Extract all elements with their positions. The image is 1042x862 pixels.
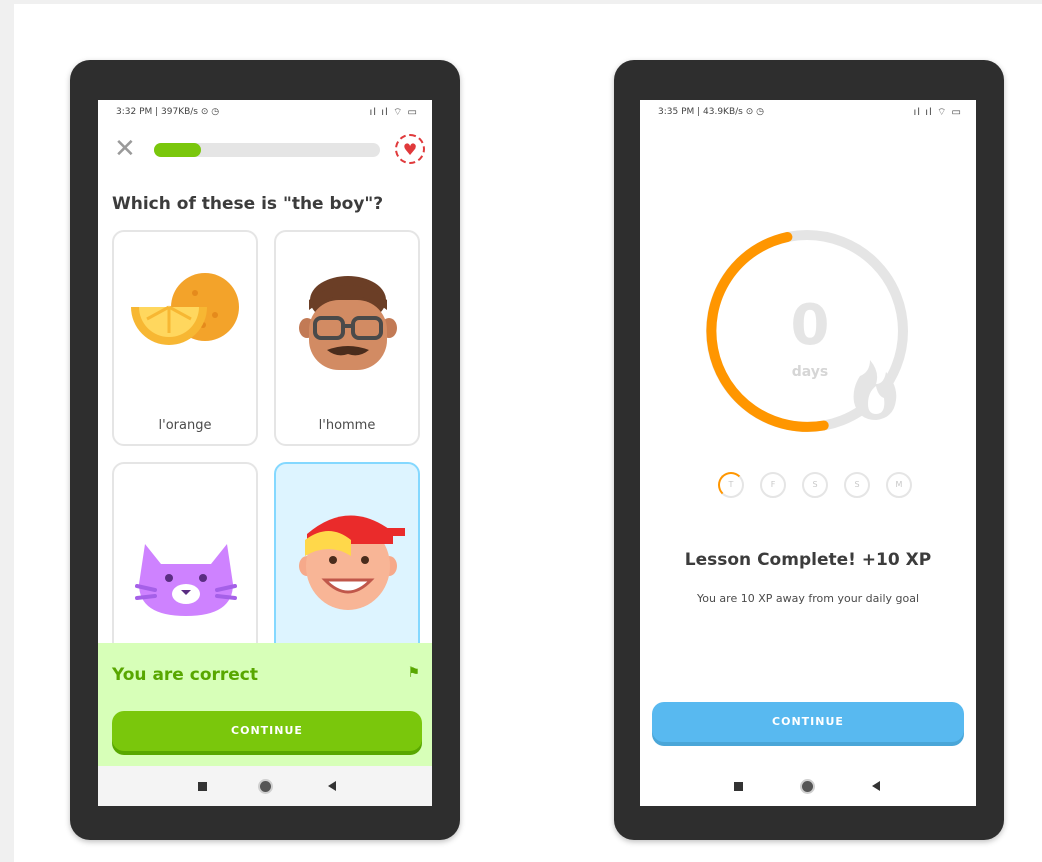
heart-icon[interactable]: ♥ (395, 134, 425, 164)
recents-icon[interactable] (734, 782, 743, 791)
home-icon[interactable] (802, 781, 813, 792)
back-icon[interactable] (872, 781, 880, 791)
status-icons: ıl ıl ⌔ ▭ (913, 107, 962, 118)
continue-button[interactable]: CONTINUE (652, 702, 964, 742)
option-card-orange[interactable]: l'orange (112, 230, 258, 446)
status-icons: ıl ıl ⌔ ▭ (369, 107, 418, 118)
lesson-progress-bar (154, 143, 380, 157)
option-card-boy[interactable] (274, 462, 420, 662)
cat-icon (135, 544, 237, 616)
screen-left: 3:32 PM | 397KB/s ⊙ ◷ ıl ıl ⌔ ▭ ✕ ♥ Whic… (98, 100, 432, 806)
feedback-banner: You are correct ⚑ CONTINUE (98, 643, 432, 768)
page-canvas: 3:32 PM | 397KB/s ⊙ ◷ ıl ıl ⌔ ▭ ✕ ♥ Whic… (14, 4, 1042, 862)
option-card-man[interactable]: l'homme (274, 230, 420, 446)
android-nav-bar (98, 766, 432, 806)
question-prompt: Which of these is "the boy"? (112, 194, 384, 214)
continue-button[interactable]: CONTINUE (112, 711, 422, 751)
close-icon[interactable]: ✕ (114, 136, 136, 162)
boy-icon (299, 515, 405, 610)
day-circle: T (718, 472, 744, 498)
home-icon[interactable] (260, 781, 271, 792)
day-circle: S (802, 472, 828, 498)
phone-left: 3:32 PM | 397KB/s ⊙ ◷ ıl ıl ⌔ ▭ ✕ ♥ Whic… (70, 60, 460, 840)
back-icon[interactable] (328, 781, 336, 791)
streak-unit: days (791, 364, 829, 380)
day-circle: S (844, 472, 870, 498)
streak-count: 0 (790, 293, 830, 358)
day-circle: F (760, 472, 786, 498)
option-label: l'homme (318, 418, 376, 433)
option-label: l'orange (158, 418, 212, 433)
day-circle: M (886, 472, 912, 498)
status-time: 3:35 PM | 43.9KB/s ⊙ ◷ (658, 107, 764, 117)
orange-icon (131, 273, 239, 345)
status-time: 3:32 PM | 397KB/s ⊙ ◷ (116, 107, 220, 117)
man-icon (299, 276, 397, 370)
lesson-complete-subtitle: You are 10 XP away from your daily goal (696, 592, 920, 605)
lesson-complete-title: Lesson Complete! +10 XP (684, 550, 932, 570)
screen-right: 3:35 PM | 43.9KB/s ⊙ ◷ ıl ıl ⌔ ▭ 0 days … (640, 100, 976, 806)
option-card-cat[interactable] (112, 462, 258, 662)
status-bar: 3:35 PM | 43.9KB/s ⊙ ◷ ıl ıl ⌔ ▭ (640, 100, 976, 126)
android-nav-bar (640, 766, 976, 806)
phone-right: 3:35 PM | 43.9KB/s ⊙ ◷ ıl ıl ⌔ ▭ 0 days … (614, 60, 1004, 840)
lesson-progress-fill (154, 143, 202, 157)
flag-icon[interactable]: ⚑ (407, 665, 420, 681)
recents-icon[interactable] (198, 782, 207, 791)
status-bar: 3:32 PM | 397KB/s ⊙ ◷ ıl ıl ⌔ ▭ (98, 100, 432, 126)
feedback-title: You are correct (112, 665, 259, 685)
